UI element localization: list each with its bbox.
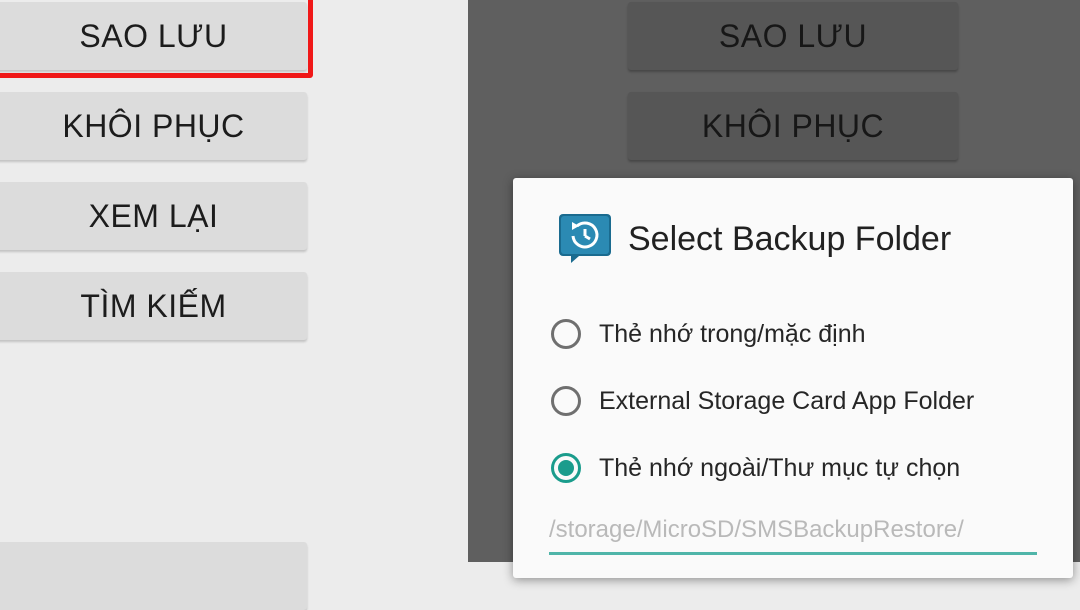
dimmed-restore-button: KHÔI PHỤC [628, 92, 958, 160]
select-backup-folder-dialog: Select Backup Folder Thẻ nhớ trong/mặc đ… [513, 178, 1073, 578]
restore-button[interactable]: KHÔI PHỤC [0, 92, 307, 160]
dimmed-backup-button: SAO LƯU [628, 2, 958, 70]
highlight-frame [0, 0, 313, 78]
left-menu-panel: SAO LƯU KHÔI PHỤC XEM LẠI TÌM KIẾM [0, 0, 468, 610]
radio-unchecked-icon[interactable] [551, 319, 581, 349]
backup-clock-icon [559, 214, 611, 263]
view-button[interactable]: XEM LẠI [0, 182, 307, 250]
radio-checked-icon[interactable] [551, 453, 581, 483]
option-label: Thẻ nhớ trong/mặc định [599, 319, 866, 348]
search-button-label: TÌM KIẾM [80, 287, 227, 324]
dimmed-backup-label: SAO LƯU [718, 17, 868, 54]
option-external-custom-folder[interactable]: Thẻ nhớ ngoài/Thư mục tự chọn [551, 446, 1051, 490]
dimmed-restore-label: KHÔI PHỤC [701, 107, 885, 144]
option-label: External Storage Card App Folder [599, 386, 975, 415]
radio-unchecked-icon[interactable] [551, 386, 581, 416]
dialog-title: Select Backup Folder [628, 220, 952, 258]
option-external-app-folder[interactable]: External Storage Card App Folder [551, 379, 1051, 423]
option-internal-storage[interactable]: Thẻ nhớ trong/mặc định [551, 312, 1051, 356]
view-button-label: XEM LẠI [88, 197, 219, 234]
folder-path-input[interactable] [549, 508, 1037, 555]
search-button[interactable]: TÌM KIẾM [0, 272, 307, 340]
option-label: Thẻ nhớ ngoài/Thư mục tự chọn [599, 453, 961, 482]
radio-dot [558, 460, 574, 476]
partial-menu-button[interactable] [0, 542, 307, 610]
restore-button-label: KHÔI PHỤC [62, 107, 245, 144]
